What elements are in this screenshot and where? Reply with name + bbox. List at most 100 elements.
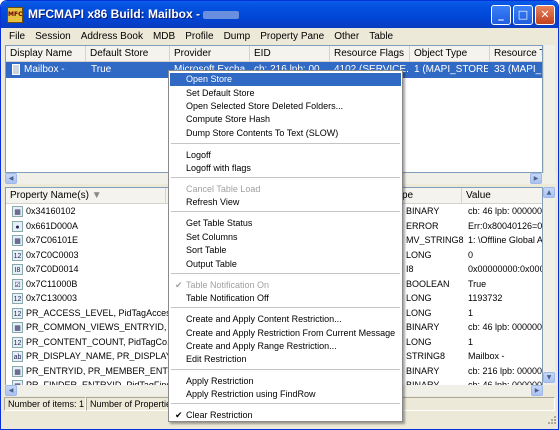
menu-item-cancel-table-load: Cancel Table Load bbox=[170, 183, 401, 196]
menu-item-label: Logoff bbox=[186, 150, 211, 160]
menu-separator bbox=[171, 177, 400, 178]
col-display-name[interactable]: Display Name bbox=[6, 46, 86, 62]
scroll-left-arrow-icon[interactable]: ◀ bbox=[5, 173, 17, 184]
menu-item-logoff-with-flags[interactable]: Logoff with flags bbox=[170, 162, 401, 175]
menu-item-label: Table Notification On bbox=[186, 280, 270, 290]
scroll-up-arrow-icon[interactable]: ▲ bbox=[543, 187, 555, 198]
menu-item-refresh-view[interactable]: Refresh View bbox=[170, 196, 401, 209]
menu-item-open-store[interactable]: Open Store bbox=[170, 73, 401, 86]
menu-property-pane[interactable]: Property Pane bbox=[255, 28, 329, 45]
menu-item-label: Clear Restriction bbox=[186, 410, 253, 420]
minimize-button[interactable]: _ bbox=[491, 5, 511, 25]
col-type[interactable]: pe bbox=[398, 188, 462, 203]
property-name: 0x34160102 bbox=[26, 206, 76, 216]
menu-item-table-notification-off[interactable]: Table Notification Off bbox=[170, 292, 401, 305]
col-object-type[interactable]: Object Type bbox=[410, 46, 490, 62]
scroll-down-arrow-icon[interactable]: ▼ bbox=[543, 372, 555, 383]
col-eid[interactable]: EID bbox=[250, 46, 330, 62]
menu-item-label: Apply Restriction using FindRow bbox=[186, 389, 316, 399]
menu-item-open-selected-store-deleted-folders[interactable]: Open Selected Store Deleted Folders... bbox=[170, 100, 401, 113]
property-type-icon: 12 bbox=[12, 307, 23, 319]
menu-item-get-table-status[interactable]: Get Table Status bbox=[170, 217, 401, 230]
menu-item-label: Output Table bbox=[186, 259, 237, 269]
title-bar[interactable]: MFC MFCMAPI x86 Build: Mailbox - _ □ ✕ bbox=[1, 1, 558, 28]
col-provider[interactable]: Provider bbox=[170, 46, 250, 62]
close-button[interactable]: ✕ bbox=[535, 5, 555, 25]
property-name: 0x7C11000B bbox=[26, 278, 78, 289]
scroll-right-arrow-icon[interactable]: ▶ bbox=[530, 173, 542, 184]
menu-item-label: Cancel Table Load bbox=[186, 184, 261, 194]
menu-file[interactable]: File bbox=[4, 28, 30, 45]
menu-item-sort-table[interactable]: Sort Table bbox=[170, 244, 401, 257]
property-value: cb: 216 lpb: 000000 bbox=[468, 365, 543, 376]
properties-vertical-scrollbar[interactable]: ▲ ▼ bbox=[543, 187, 555, 385]
scroll-right-arrow-icon[interactable]: ▶ bbox=[531, 385, 543, 396]
menu-item-compute-store-hash[interactable]: Compute Store Hash bbox=[170, 113, 401, 126]
property-type: STRING8 bbox=[406, 351, 446, 361]
property-name: 0x7C06101E bbox=[26, 235, 79, 245]
maximize-button[interactable]: □ bbox=[513, 5, 533, 25]
menu-separator bbox=[171, 307, 400, 308]
property-value: Err:0x80040126=0... bbox=[468, 220, 543, 231]
menu-item-logoff[interactable]: Logoff bbox=[170, 149, 401, 162]
property-name: PR_COMMON_VIEWS_ENTRYID, ... bbox=[26, 322, 171, 332]
menu-dump[interactable]: Dump bbox=[219, 28, 256, 45]
property-value: Mailbox - bbox=[468, 351, 505, 361]
mailbox-icon bbox=[12, 64, 20, 75]
property-type: LONG bbox=[406, 307, 432, 318]
resize-grip-icon[interactable] bbox=[545, 413, 557, 425]
menu-item-create-and-apply-restriction-from-current-message[interactable]: Create and Apply Restriction From Curren… bbox=[170, 327, 401, 340]
menu-item-apply-restriction-using-findrow[interactable]: Apply Restriction using FindRow bbox=[170, 388, 401, 401]
menu-session[interactable]: Session bbox=[30, 28, 76, 45]
menu-other[interactable]: Other bbox=[329, 28, 364, 45]
status-property-count: Number of Properties bbox=[86, 397, 170, 411]
menu-item-label: Dump Store Contents To Text (SLOW) bbox=[186, 128, 339, 138]
menu-item-dump-store-contents-to-text-slow[interactable]: Dump Store Contents To Text (SLOW) bbox=[170, 127, 401, 140]
property-name: 0x7C130003 bbox=[26, 293, 78, 303]
menu-item-apply-restriction[interactable]: Apply Restriction bbox=[170, 375, 401, 388]
menu-item-edit-restriction[interactable]: Edit Restriction bbox=[170, 353, 401, 366]
store-display-name: Mailbox - bbox=[24, 64, 65, 75]
property-type-icon: I8 bbox=[12, 264, 23, 275]
menu-item-table-notification-on: ✔ Table Notification On bbox=[170, 279, 401, 292]
property-name: 0x7C0C0003 bbox=[26, 249, 79, 260]
property-type-icon: ▦ bbox=[12, 322, 23, 333]
menu-item-label: Open Store bbox=[186, 74, 233, 84]
menu-item-output-table[interactable]: Output Table bbox=[170, 258, 401, 271]
col-property-names[interactable]: Property Name(s) ▼ bbox=[6, 188, 166, 203]
menu-separator bbox=[171, 211, 400, 212]
checkmark-icon: ✔ bbox=[175, 410, 183, 420]
menu-address-book[interactable]: Address Book bbox=[76, 28, 148, 45]
scroll-left-arrow-icon[interactable]: ◀ bbox=[5, 385, 17, 396]
menu-item-create-and-apply-content-restriction[interactable]: Create and Apply Content Restriction... bbox=[170, 313, 401, 326]
window-title: MFCMAPI x86 Build: Mailbox - bbox=[28, 7, 240, 21]
checkmark-icon: ✔ bbox=[175, 280, 183, 290]
menu-table[interactable]: Table bbox=[364, 28, 398, 45]
menu-item-label: Table Notification Off bbox=[186, 293, 269, 303]
menu-item-label: Sort Table bbox=[186, 245, 227, 255]
menu-profile[interactable]: Profile bbox=[180, 28, 218, 45]
col-resource-flags[interactable]: Resource Flags bbox=[330, 46, 410, 62]
menu-separator bbox=[171, 273, 400, 274]
property-type: MV_STRING8 bbox=[406, 235, 464, 245]
menu-item-set-default-store[interactable]: Set Default Store bbox=[170, 87, 401, 100]
property-type: LONG bbox=[406, 293, 432, 303]
menu-item-create-and-apply-range-restriction[interactable]: Create and Apply Range Restriction... bbox=[170, 340, 401, 353]
col-value[interactable]: Value bbox=[462, 188, 542, 203]
property-type: BINARY bbox=[406, 365, 440, 376]
property-value: 1 bbox=[468, 307, 474, 318]
menu-item-label: Logoff with flags bbox=[186, 163, 251, 173]
menu-separator bbox=[171, 403, 400, 404]
property-type: LONG bbox=[406, 336, 432, 347]
menu-item-set-columns[interactable]: Set Columns bbox=[170, 231, 401, 244]
menu-item-label: Create and Apply Content Restriction... bbox=[186, 314, 342, 324]
menu-item-clear-restriction[interactable]: ✔ Clear Restriction bbox=[170, 409, 401, 422]
menu-mdb[interactable]: MDB bbox=[148, 28, 180, 45]
property-type-icon: ● bbox=[12, 220, 23, 232]
col-resource-type[interactable]: Resource Type bbox=[490, 46, 542, 62]
col-default-store[interactable]: Default Store bbox=[86, 46, 170, 62]
stores-vertical-scrollbar[interactable] bbox=[543, 45, 555, 173]
property-type-icon: 12 bbox=[12, 249, 23, 261]
property-type: BINARY bbox=[406, 206, 440, 216]
redacted-name bbox=[203, 10, 240, 19]
